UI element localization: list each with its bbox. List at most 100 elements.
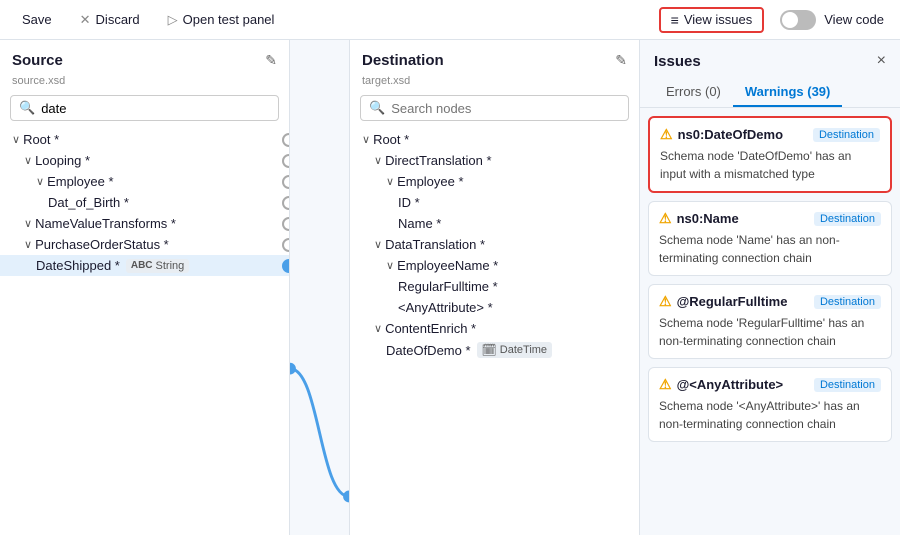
chevron-down-icon: ∨ xyxy=(362,133,370,146)
source-edit-icon[interactable]: ✎ xyxy=(265,52,277,69)
issue-card-header: ⚠ @RegularFulltime Destination xyxy=(659,293,881,310)
view-issues-button[interactable]: ≡ View issues xyxy=(659,7,765,33)
list-item[interactable]: DateOfDemo * 🗓 DateTime xyxy=(350,339,639,361)
list-item[interactable]: ∨ Root * xyxy=(350,129,639,150)
list-item[interactable]: ∨ Employee * xyxy=(0,171,289,192)
list-item[interactable]: ∨ DataTranslation * xyxy=(350,234,639,255)
chevron-down-icon: ∨ xyxy=(12,133,20,146)
list-item[interactable]: ∨ NameValueTransforms * xyxy=(0,213,289,234)
connector-node xyxy=(282,133,289,147)
issue-card-header: ⚠ ns0:Name Destination xyxy=(659,210,881,227)
issue-card-header: ⚠ ns0:DateOfDemo Destination xyxy=(660,126,880,143)
destination-title: Destination xyxy=(362,52,444,69)
open-test-panel-label: Open test panel xyxy=(183,12,275,27)
connector-node xyxy=(282,217,289,231)
list-item[interactable]: ∨ ContentEnrich * xyxy=(350,318,639,339)
source-tree: ∨ Root * ∨ Looping * ∨ Employee * Dat_of… xyxy=(0,129,289,535)
list-item[interactable]: RegularFulltime * xyxy=(350,276,639,297)
issue-name: ⚠ @<AnyAttribute> xyxy=(659,376,783,393)
chevron-down-icon: ∨ xyxy=(374,154,382,167)
issue-desc: Schema node '<AnyAttribute>' has an non-… xyxy=(659,397,881,433)
list-item[interactable]: ∨ Employee * xyxy=(350,171,639,192)
connector-node xyxy=(282,175,289,189)
connection-area xyxy=(290,40,350,535)
issue-card[interactable]: ⚠ ns0:DateOfDemo Destination Schema node… xyxy=(648,116,892,193)
connector-node xyxy=(282,259,289,273)
chevron-down-icon: ∨ xyxy=(24,154,32,167)
tab-errors[interactable]: Errors (0) xyxy=(654,78,733,107)
toolbar: Save ✕ Discard ▷ Open test panel ≡ View … xyxy=(0,0,900,40)
warning-icon: ⚠ xyxy=(659,210,672,227)
warning-icon: ⚠ xyxy=(659,376,672,393)
list-item[interactable]: DateShipped * ABC String xyxy=(0,255,289,276)
issues-panel: Issues × Errors (0) Warnings (39) ⚠ ns0:… xyxy=(640,40,900,535)
type-badge: 🗓 DateTime xyxy=(477,342,553,358)
chevron-down-icon: ∨ xyxy=(386,259,394,272)
list-item[interactable]: ID * xyxy=(350,192,639,213)
view-code-toggle-wrap: View code xyxy=(780,10,884,30)
connector-node xyxy=(282,196,289,210)
destination-badge: Destination xyxy=(814,212,881,226)
issues-list: ⚠ ns0:DateOfDemo Destination Schema node… xyxy=(640,108,900,535)
source-search-box: 🔍 xyxy=(10,95,279,121)
destination-badge: Destination xyxy=(814,378,881,392)
play-icon: ▷ xyxy=(168,12,178,28)
issues-header: Issues × xyxy=(640,40,900,70)
issues-title: Issues xyxy=(654,53,701,70)
list-item[interactable]: Name * xyxy=(350,213,639,234)
destination-search-box: 🔍 xyxy=(360,95,629,121)
main-area: Source ✎ source.xsd 🔍 ∨ Root * ∨ Looping… xyxy=(0,40,900,535)
issue-card-header: ⚠ @<AnyAttribute> Destination xyxy=(659,376,881,393)
save-label: Save xyxy=(22,12,52,27)
warning-icon: ⚠ xyxy=(659,293,672,310)
save-button[interactable]: Save xyxy=(16,8,58,31)
list-item[interactable]: ∨ Looping * xyxy=(0,150,289,171)
destination-badge: Destination xyxy=(813,128,880,142)
view-code-label: View code xyxy=(824,12,884,27)
list-item[interactable]: Dat_of_Birth * xyxy=(0,192,289,213)
discard-icon: ✕ xyxy=(80,12,91,28)
type-badge: ABC String xyxy=(126,259,189,273)
source-title: Source xyxy=(12,52,63,69)
chevron-down-icon: ∨ xyxy=(24,238,32,251)
issue-card[interactable]: ⚠ ns0:Name Destination Schema node 'Name… xyxy=(648,201,892,276)
issue-name: ⚠ @RegularFulltime xyxy=(659,293,787,310)
warning-icon: ⚠ xyxy=(660,126,673,143)
destination-search-input[interactable] xyxy=(391,101,620,116)
issue-name: ⚠ ns0:Name xyxy=(659,210,739,227)
close-issues-button[interactable]: × xyxy=(877,52,886,70)
chevron-down-icon: ∨ xyxy=(374,238,382,251)
issue-desc: Schema node 'DateOfDemo' has an input wi… xyxy=(660,147,880,183)
issue-desc: Schema node 'Name' has an non-terminatin… xyxy=(659,231,881,267)
list-item[interactable]: ∨ DirectTranslation * xyxy=(350,150,639,171)
tab-warnings[interactable]: Warnings (39) xyxy=(733,78,842,107)
destination-edit-icon[interactable]: ✎ xyxy=(615,52,627,69)
destination-subtitle: target.xsd xyxy=(350,75,639,95)
view-issues-label: View issues xyxy=(684,12,752,27)
destination-search-icon: 🔍 xyxy=(369,100,385,116)
issue-name: ⚠ ns0:DateOfDemo xyxy=(660,126,783,143)
destination-panel: Destination ✎ target.xsd 🔍 ∨ Root * ∨ Di… xyxy=(350,40,640,535)
discard-label: Discard xyxy=(96,12,140,27)
issues-icon: ≡ xyxy=(671,12,679,28)
source-search-icon: 🔍 xyxy=(19,100,35,116)
discard-button[interactable]: ✕ Discard xyxy=(74,8,146,32)
source-search-input[interactable] xyxy=(41,101,270,116)
destination-badge: Destination xyxy=(814,295,881,309)
view-code-toggle[interactable] xyxy=(780,10,816,30)
source-subtitle: source.xsd xyxy=(0,75,289,95)
list-item[interactable]: ∨ EmployeeName * xyxy=(350,255,639,276)
list-item[interactable]: ∨ PurchaseOrderStatus * xyxy=(0,234,289,255)
issue-desc: Schema node 'RegularFulltime' has an non… xyxy=(659,314,881,350)
issue-card[interactable]: ⚠ @RegularFulltime Destination Schema no… xyxy=(648,284,892,359)
open-test-panel-button[interactable]: ▷ Open test panel xyxy=(162,8,281,32)
connection-svg xyxy=(290,40,349,535)
issue-card[interactable]: ⚠ @<AnyAttribute> Destination Schema nod… xyxy=(648,367,892,442)
list-item[interactable]: <AnyAttribute> * xyxy=(350,297,639,318)
connector-node xyxy=(282,154,289,168)
list-item[interactable]: ∨ Root * xyxy=(0,129,289,150)
chevron-down-icon: ∨ xyxy=(374,322,382,335)
chevron-down-icon: ∨ xyxy=(386,175,394,188)
chevron-down-icon: ∨ xyxy=(36,175,44,188)
issues-tabs: Errors (0) Warnings (39) xyxy=(640,70,900,108)
